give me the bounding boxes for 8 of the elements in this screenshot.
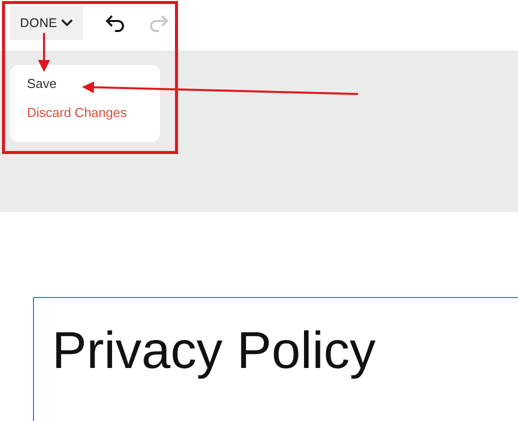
page-title: Privacy Policy: [52, 321, 377, 382]
chevron-down-icon: [61, 18, 74, 26]
done-button[interactable]: DONE: [10, 6, 84, 40]
arrow: [38, 33, 50, 72]
redo-icon: [149, 14, 170, 32]
menu-item[interactable]: Discard Changes: [27, 106, 160, 120]
menu-item[interactable]: Save: [27, 77, 160, 91]
undo-icon: [105, 14, 126, 32]
